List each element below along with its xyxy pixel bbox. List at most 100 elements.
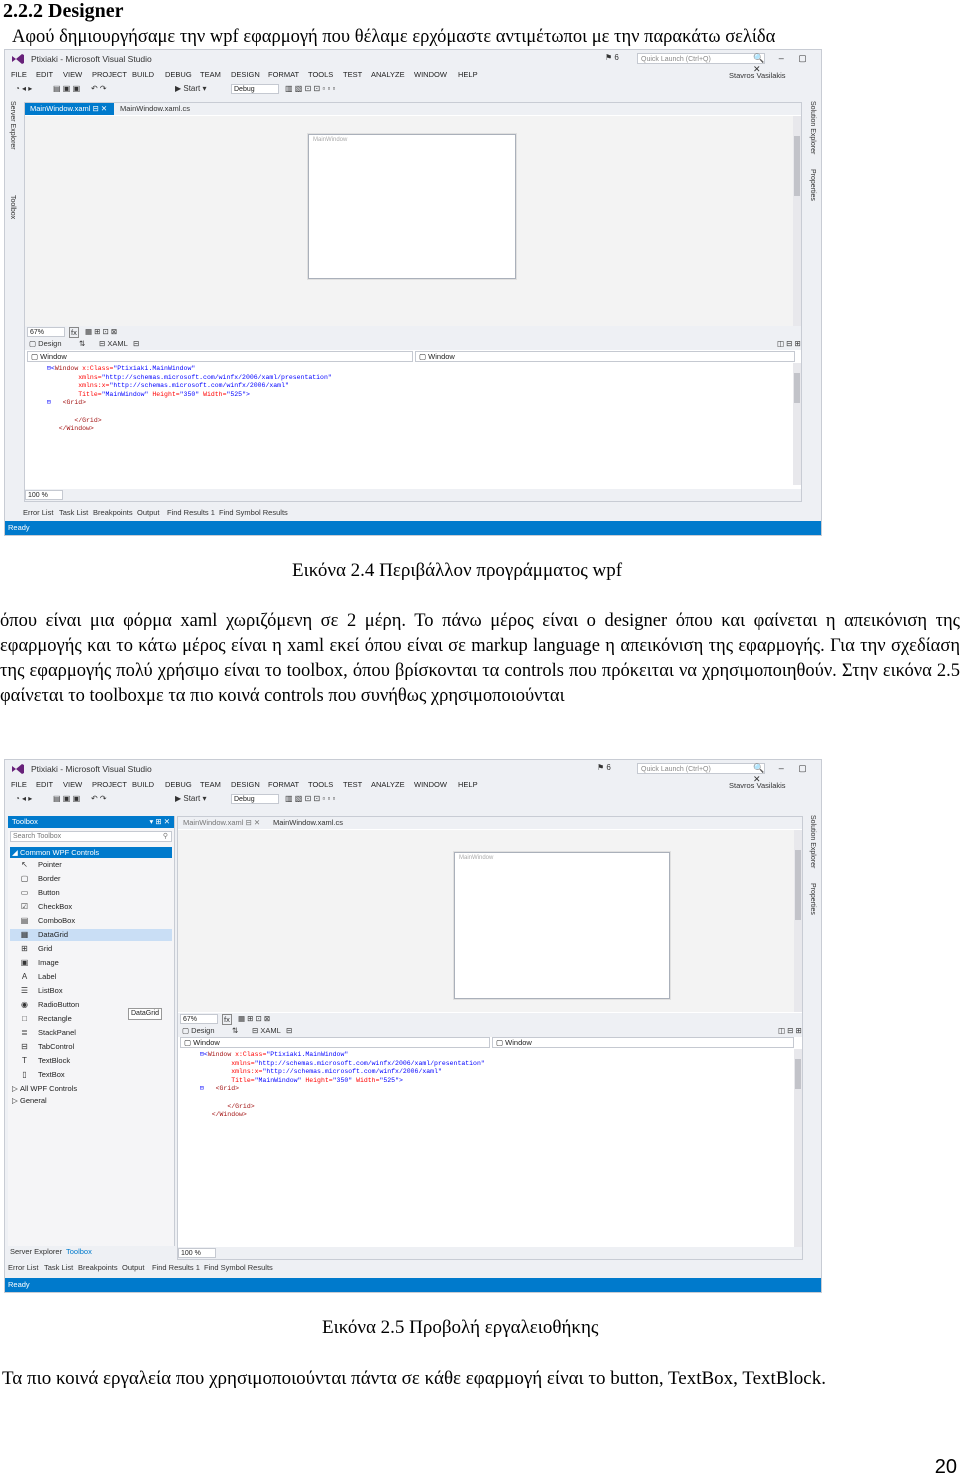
properties-tab-2[interactable]: Properties: [809, 883, 816, 915]
toolbox-item-grid[interactable]: ⊞ Grid: [10, 943, 172, 955]
menu-project[interactable]: PROJECT: [92, 780, 127, 789]
quick-launch-input-2[interactable]: Quick Launch (Ctrl+Q): [637, 763, 765, 774]
element-selector-right[interactable]: ▢ Window: [415, 351, 795, 362]
start-button-2[interactable]: ▶ Start ▾: [175, 794, 207, 803]
designer-canvas[interactable]: MainWindow: [25, 116, 795, 326]
element-selector-right-2[interactable]: ▢ Window: [492, 1037, 794, 1048]
undo-redo-icons[interactable]: ↶ ↷: [91, 84, 107, 93]
toolbox-panel-tab[interactable]: Toolbox: [66, 1247, 92, 1256]
designer-scrollbar[interactable]: [793, 116, 801, 326]
toolbar-extra-icons[interactable]: ▥ ▧ ⊡ ⊡ ▫ ▫ ▫: [285, 84, 335, 93]
menu-format[interactable]: FORMAT: [268, 70, 299, 79]
menu-team[interactable]: TEAM: [200, 70, 221, 79]
collapse-pane-icon[interactable]: ⊟: [286, 1026, 292, 1035]
start-button[interactable]: ▶ Start ▾: [175, 84, 207, 93]
designer-zoom-select-2[interactable]: 67%: [180, 1014, 218, 1024]
xaml-tab-2[interactable]: ⊟ XAML: [252, 1026, 281, 1035]
server-explorer-tab[interactable]: Server Explorer: [9, 101, 16, 150]
menu-team[interactable]: TEAM: [200, 780, 221, 789]
toolbox-item-combobox[interactable]: ▤ ComboBox: [10, 915, 172, 927]
quick-launch-input[interactable]: Quick Launch (Ctrl+Q): [637, 53, 765, 64]
element-selector-left-2[interactable]: ▢ Window: [180, 1037, 490, 1048]
undo-redo-icons[interactable]: ↶ ↷: [91, 794, 107, 803]
find-symbol-results-tab[interactable]: Find Symbol Results: [219, 508, 288, 517]
configuration-select[interactable]: Debug: [231, 84, 279, 94]
xaml-code-editor[interactable]: ⊟<Window x:Class="Ptixiaki.MainWindow" x…: [47, 365, 332, 434]
toolbox-item-pointer[interactable]: ↖ Pointer: [10, 859, 172, 871]
error-list-tab[interactable]: Error List: [8, 1263, 38, 1272]
menu-edit[interactable]: EDIT: [36, 780, 53, 789]
toolbox-item-image[interactable]: ▣ Image: [10, 957, 172, 969]
designer-window-preview-2[interactable]: MainWindow: [454, 852, 670, 999]
menu-window[interactable]: WINDOW: [414, 70, 447, 79]
menu-debug[interactable]: DEBUG: [165, 780, 192, 789]
save-icons[interactable]: ▤ ▣ ▣: [53, 794, 80, 803]
toolbox-item-tabcontrol[interactable]: ⊟ TabControl: [10, 1041, 172, 1053]
menu-help[interactable]: HELP: [458, 780, 478, 789]
output-tab[interactable]: Output: [122, 1263, 145, 1272]
code-zoom-select[interactable]: 100 %: [25, 490, 63, 500]
swap-panes-icon[interactable]: ⇅: [232, 1026, 238, 1035]
toolbox-item-textbox[interactable]: ▯ TextBox: [10, 1069, 172, 1081]
code-scrollbar-2[interactable]: [794, 1049, 802, 1247]
toolbox-item-label[interactable]: A Label: [10, 971, 172, 983]
menu-design[interactable]: DESIGN: [231, 70, 260, 79]
save-icons[interactable]: ▤ ▣ ▣: [53, 84, 80, 93]
toolbox-group-general[interactable]: ▷ General: [10, 1095, 172, 1106]
menu-tools[interactable]: TOOLS: [308, 780, 333, 789]
toolbox-pin-close-icon[interactable]: ▾ ⊞ ✕: [149, 816, 170, 828]
task-list-tab[interactable]: Task List: [44, 1263, 73, 1272]
menu-format[interactable]: FORMAT: [268, 780, 299, 789]
collapse-pane-icon[interactable]: ⊟: [133, 339, 139, 348]
notification-flag-icon[interactable]: ⚑ 6: [605, 53, 619, 62]
designer-zoom-select[interactable]: 67%: [27, 327, 65, 337]
tab-mainwindow-xaml[interactable]: MainWindow.xaml ⊟ ✕: [178, 817, 267, 829]
toolbox-group-all[interactable]: ▷ All WPF Controls: [10, 1083, 172, 1094]
toolbar-extra-icons[interactable]: ▥ ▧ ⊡ ⊡ ▫ ▫ ▫: [285, 794, 335, 803]
designer-scrollbar-2[interactable]: [794, 830, 802, 1012]
menu-design[interactable]: DESIGN: [231, 780, 260, 789]
menu-help[interactable]: HELP: [458, 70, 478, 79]
server-explorer-panel-tab[interactable]: Server Explorer: [10, 1247, 62, 1256]
solution-explorer-tab[interactable]: Solution Explorer: [809, 101, 816, 154]
menu-build[interactable]: BUILD: [132, 70, 154, 79]
swap-panes-icon[interactable]: ⇅: [79, 339, 85, 348]
code-zoom-select-2[interactable]: 100 %: [178, 1248, 216, 1258]
nav-back-icon[interactable]: ◔ ◂ ▸: [15, 794, 32, 803]
menu-view[interactable]: VIEW: [63, 70, 82, 79]
split-view-icons[interactable]: ◫ ⊟ ⊞: [777, 339, 801, 348]
toolbox-item-checkbox[interactable]: ☑ CheckBox: [10, 901, 172, 913]
designer-window-preview[interactable]: MainWindow: [308, 134, 516, 279]
toolbox-item-button[interactable]: ▭ Button: [10, 887, 172, 899]
nav-back-icon[interactable]: ◔ ◂ ▸: [15, 84, 32, 93]
menu-project[interactable]: PROJECT: [92, 70, 127, 79]
menu-debug[interactable]: DEBUG: [165, 70, 192, 79]
find-results-tab[interactable]: Find Results 1: [167, 508, 215, 517]
tab-mainwindow-xaml[interactable]: MainWindow.xaml ⊟ ✕: [25, 103, 114, 115]
toolbox-tab[interactable]: Toolbox: [9, 195, 16, 219]
menu-analyze[interactable]: ANALYZE: [371, 780, 405, 789]
design-tab-2[interactable]: ▢ Design: [182, 1026, 215, 1035]
fx-button-2[interactable]: fx: [222, 1014, 232, 1025]
menu-file[interactable]: FILE: [11, 70, 27, 79]
toolbox-item-textblock[interactable]: T TextBlock: [10, 1055, 172, 1067]
menu-view[interactable]: VIEW: [63, 780, 82, 789]
menu-edit[interactable]: EDIT: [36, 70, 53, 79]
signed-in-user[interactable]: Stavros Vasilakis: [729, 71, 786, 80]
code-scrollbar[interactable]: [793, 363, 801, 485]
menu-analyze[interactable]: ANALYZE: [371, 70, 405, 79]
menu-window[interactable]: WINDOW: [414, 780, 447, 789]
toolbox-item-listbox[interactable]: ☰ ListBox: [10, 985, 172, 997]
design-tab[interactable]: ▢ Design: [29, 339, 62, 348]
breakpoints-tab[interactable]: Breakpoints: [93, 508, 133, 517]
designer-canvas-2[interactable]: MainWindow: [178, 830, 794, 1012]
notification-flag-icon[interactable]: ⚑ 6: [597, 763, 611, 772]
grid-toggle-icons[interactable]: ▦ ⊞ ⊡ ⊠: [85, 327, 117, 336]
solution-explorer-tab-2[interactable]: Solution Explorer: [809, 815, 816, 868]
output-tab[interactable]: Output: [137, 508, 160, 517]
properties-tab[interactable]: Properties: [809, 169, 816, 201]
toolbox-item-border[interactable]: ▢ Border: [10, 873, 172, 885]
tab-mainwindow-xaml-cs[interactable]: MainWindow.xaml.cs: [115, 103, 215, 115]
task-list-tab[interactable]: Task List: [59, 508, 88, 517]
toolbox-search-input[interactable]: Search Toolbox ⚲: [10, 831, 172, 842]
